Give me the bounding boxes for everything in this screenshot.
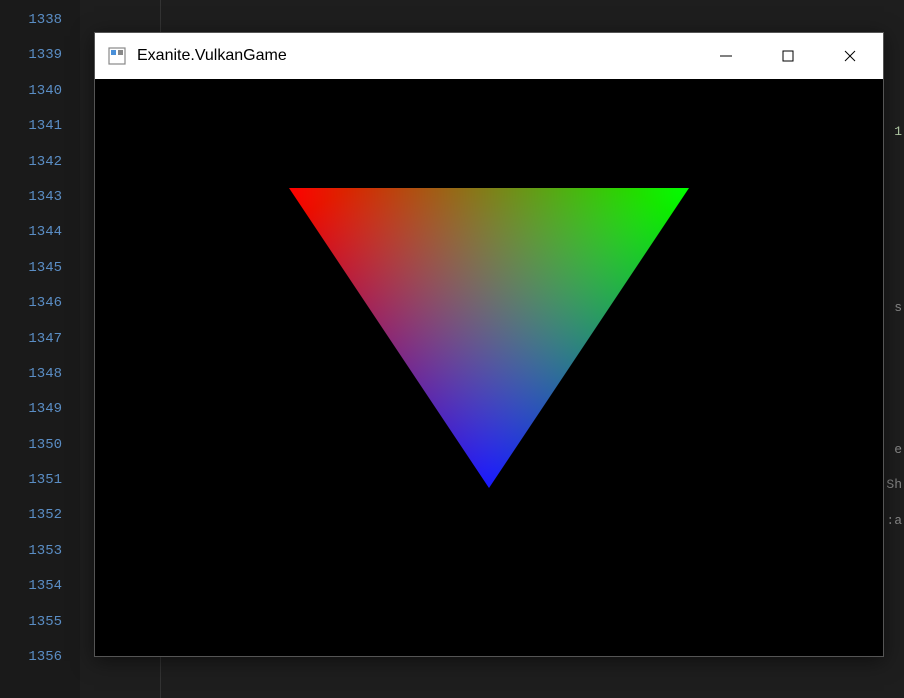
line-number: 1348: [0, 357, 80, 392]
code-fragment: e: [894, 442, 902, 457]
line-number: 1341: [0, 109, 80, 144]
line-number: 1343: [0, 180, 80, 215]
line-number: 1355: [0, 605, 80, 640]
rendered-triangle: [289, 188, 689, 488]
line-number: 1350: [0, 428, 80, 463]
window-controls: [695, 34, 881, 78]
line-number: 1339: [0, 38, 80, 73]
line-number: 1340: [0, 74, 80, 109]
close-icon: [843, 49, 857, 63]
line-number: 1351: [0, 463, 80, 498]
window-titlebar[interactable]: Exanite.VulkanGame: [95, 33, 883, 79]
render-viewport: [95, 79, 883, 656]
maximize-button[interactable]: [757, 34, 819, 78]
close-button[interactable]: [819, 34, 881, 78]
line-number: 1349: [0, 392, 80, 427]
window-title: Exanite.VulkanGame: [137, 47, 695, 65]
line-number: 1338: [0, 3, 80, 38]
code-fragment: 1: [894, 124, 902, 139]
line-number: 1353: [0, 534, 80, 569]
line-number: 1356: [0, 640, 80, 675]
line-number: 1345: [0, 251, 80, 286]
line-number: 1342: [0, 145, 80, 180]
code-fragment: s: [894, 300, 902, 315]
application-window: Exanite.VulkanGame: [94, 32, 884, 657]
minimize-icon: [719, 49, 733, 63]
code-fragment: :a: [886, 513, 902, 528]
line-number: 1347: [0, 322, 80, 357]
code-fragment: Sh: [886, 477, 902, 492]
app-icon: [107, 46, 127, 66]
line-number: 1354: [0, 569, 80, 604]
right-edge-text: 1 s e Sh :a: [886, 0, 904, 698]
maximize-icon: [781, 49, 795, 63]
line-number: 1352: [0, 498, 80, 533]
line-number-gutter: 1338133913401341134213431344134513461347…: [0, 0, 80, 698]
minimize-button[interactable]: [695, 34, 757, 78]
line-number: 1344: [0, 215, 80, 250]
line-number: 1346: [0, 286, 80, 321]
